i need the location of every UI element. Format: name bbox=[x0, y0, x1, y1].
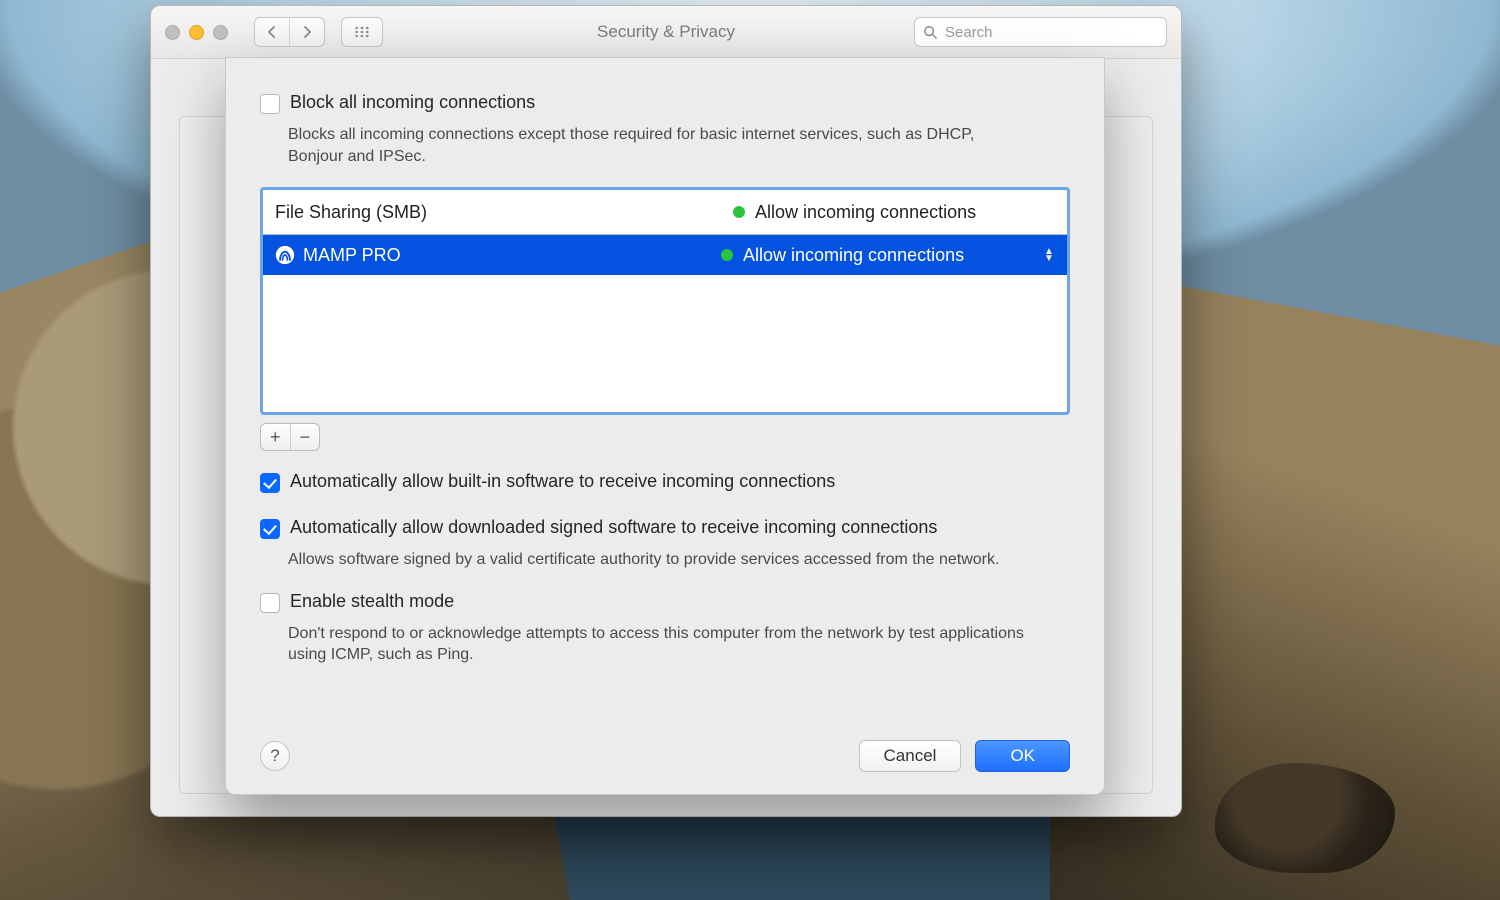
chevron-left-icon bbox=[267, 26, 277, 38]
search-field[interactable] bbox=[914, 17, 1167, 47]
search-input[interactable] bbox=[943, 23, 1158, 42]
back-button[interactable] bbox=[255, 18, 289, 46]
block-all-option[interactable]: Block all incoming connections bbox=[260, 92, 1070, 114]
app-status: Allow incoming connections bbox=[755, 202, 1055, 223]
stealth-checkbox[interactable] bbox=[260, 593, 280, 613]
stealth-label: Enable stealth mode bbox=[290, 591, 454, 612]
block-all-desc: Blocks all incoming connections except t… bbox=[288, 124, 1028, 167]
search-icon bbox=[923, 25, 937, 39]
stealth-desc: Don't respond to or acknowledge attempts… bbox=[288, 623, 1028, 666]
titlebar: Security & Privacy bbox=[151, 6, 1181, 59]
app-name: File Sharing (SMB) bbox=[275, 202, 733, 223]
sheet-footer: ? Cancel OK bbox=[260, 740, 1070, 772]
block-all-label: Block all incoming connections bbox=[290, 92, 535, 113]
status-dot-icon bbox=[733, 206, 745, 218]
wallpaper-rock bbox=[1215, 763, 1395, 873]
firewall-app-list[interactable]: File Sharing (SMB) Allow incoming connec… bbox=[260, 187, 1070, 415]
app-name: MAMP PRO bbox=[303, 245, 721, 266]
status-dot-icon bbox=[721, 249, 733, 261]
zoom-button[interactable] bbox=[213, 25, 228, 40]
stealth-option[interactable]: Enable stealth mode bbox=[260, 591, 1070, 613]
auto-builtin-label: Automatically allow built-in software to… bbox=[290, 471, 835, 492]
ok-button[interactable]: OK bbox=[975, 740, 1070, 772]
block-all-checkbox[interactable] bbox=[260, 94, 280, 114]
up-down-icon[interactable]: ▲▼ bbox=[1043, 248, 1055, 262]
close-button[interactable] bbox=[165, 25, 180, 40]
traffic-lights bbox=[165, 25, 228, 40]
remove-app-button[interactable]: − bbox=[290, 424, 320, 450]
add-remove-segment: + − bbox=[260, 423, 320, 451]
firewall-options-sheet: Block all incoming connections Blocks al… bbox=[225, 57, 1105, 795]
mamp-pro-icon bbox=[275, 245, 295, 265]
show-all-button[interactable] bbox=[341, 17, 383, 47]
list-item-mamp-pro[interactable]: MAMP PRO Allow incoming connections ▲▼ bbox=[263, 235, 1067, 275]
auto-signed-desc: Allows software signed by a valid certif… bbox=[288, 549, 1028, 571]
cancel-button[interactable]: Cancel bbox=[859, 740, 962, 772]
auto-builtin-checkbox[interactable] bbox=[260, 473, 280, 493]
auto-builtin-option[interactable]: Automatically allow built-in software to… bbox=[260, 471, 1070, 493]
auto-signed-option[interactable]: Automatically allow downloaded signed so… bbox=[260, 517, 1070, 539]
grid-icon bbox=[354, 26, 370, 38]
add-app-button[interactable]: + bbox=[261, 424, 290, 450]
help-button[interactable]: ? bbox=[260, 741, 290, 771]
minimize-button[interactable] bbox=[189, 25, 204, 40]
chevron-right-icon bbox=[302, 26, 312, 38]
forward-button[interactable] bbox=[289, 18, 324, 46]
auto-signed-label: Automatically allow downloaded signed so… bbox=[290, 517, 937, 538]
auto-signed-checkbox[interactable] bbox=[260, 519, 280, 539]
list-item-file-sharing[interactable]: File Sharing (SMB) Allow incoming connec… bbox=[263, 190, 1067, 235]
app-status-select[interactable]: Allow incoming connections bbox=[743, 245, 1043, 266]
nav-back-forward bbox=[254, 17, 325, 47]
